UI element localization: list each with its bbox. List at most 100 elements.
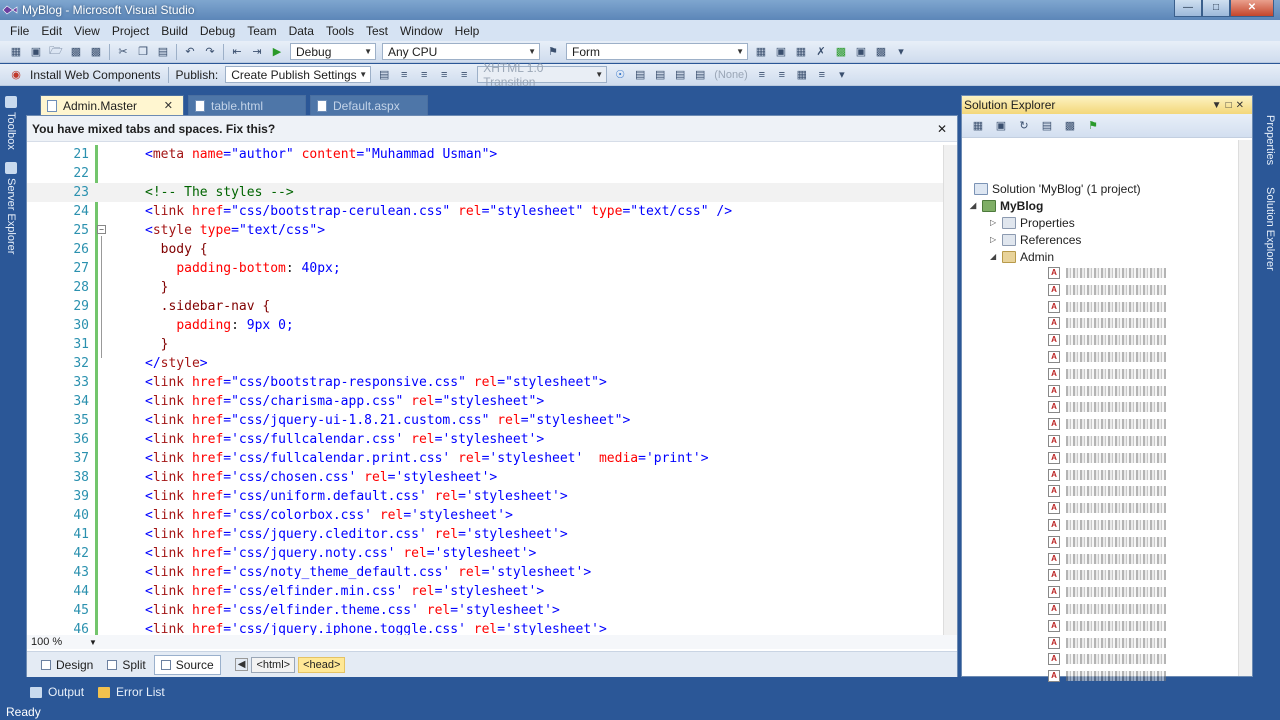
tree-node-css-file[interactable]: A [1048, 517, 1166, 533]
code-line[interactable]: 46 <link href='css/jquery.iphone.toggle.c… [27, 620, 957, 635]
menu-file[interactable]: File [4, 24, 35, 38]
code-line[interactable]: 28 } [27, 278, 957, 297]
menu-edit[interactable]: Edit [35, 24, 68, 38]
vertical-scrollbar[interactable] [943, 145, 957, 635]
menu-team[interactable]: Team [241, 24, 282, 38]
tree-node-css-file[interactable]: A [1048, 315, 1166, 331]
tree-node-css-file[interactable]: A [1048, 635, 1166, 651]
properties-window-icon[interactable]: ▣ [773, 44, 789, 60]
code-line[interactable]: 37 <link href='css/fullcalendar.print.css… [27, 449, 957, 468]
code-line[interactable]: 38 <link href='css/chosen.css' rel='style… [27, 468, 957, 487]
menu-debug[interactable]: Debug [194, 24, 241, 38]
code-line[interactable]: 44 <link href='css/elfinder.min.css' rel=… [27, 582, 957, 601]
paste-icon[interactable]: ▤ [155, 44, 171, 60]
bold-icon[interactable]: ▤ [632, 67, 648, 83]
toolbar-options-icon[interactable]: ▾ [893, 44, 909, 60]
tree-node-css-file[interactable]: A [1048, 416, 1166, 432]
code-line[interactable]: 32 </style> [27, 354, 957, 373]
code-line[interactable]: 30 padding: 9px 0; [27, 316, 957, 335]
extension-manager-icon[interactable]: ▩ [833, 44, 849, 60]
align-center-icon[interactable]: ≡ [774, 67, 790, 83]
tab-default-aspx[interactable]: Default.aspx [310, 95, 428, 115]
panel-controls[interactable]: ▼□✕ [1212, 100, 1248, 111]
publish-settings-select[interactable]: Create Publish Settings ▼ [225, 66, 372, 83]
nest-related-files-icon[interactable]: ▤ [1039, 118, 1055, 134]
output-tab[interactable]: Output [30, 685, 84, 699]
doctype-select[interactable]: XHTML 1.0 Transition ▼ [477, 61, 608, 89]
solution-configuration-select[interactable]: Debug ▼ [290, 43, 376, 60]
toolbox-tab[interactable]: Toolbox [3, 96, 19, 150]
infobar-message[interactable]: You have mixed tabs and spaces. Fix this… [32, 122, 275, 136]
close-button[interactable]: ✕ [1230, 0, 1274, 17]
code-line[interactable]: 39 <link href='css/uniform.default.css' r… [27, 487, 957, 506]
save-icon[interactable]: ▩ [68, 44, 84, 60]
expanded-arrow-icon[interactable]: ◢ [990, 252, 1002, 261]
code-line[interactable]: 25− <style type="text/css"> [27, 221, 957, 240]
code-line[interactable]: 35 <link href="css/jquery-ui-1.8.21.custo… [27, 411, 957, 430]
tree-node-css-file[interactable]: A [1048, 500, 1166, 516]
undo-icon[interactable]: ↶ [182, 44, 198, 60]
code-line[interactable]: 33 <link href="css/bootstrap-responsive.c… [27, 373, 957, 392]
tree-node-solution[interactable]: Solution 'MyBlog' (1 project) [974, 180, 1141, 197]
tree-node-css-file[interactable]: A [1048, 567, 1166, 583]
tree-node-css-file[interactable]: A [1048, 483, 1166, 499]
view-code-icon[interactable]: ▩ [1062, 118, 1078, 134]
breadcrumb-html-tag[interactable]: <html> [251, 656, 296, 673]
split-view-button[interactable]: Split [101, 656, 151, 674]
indent-icon[interactable]: ≡ [396, 67, 412, 83]
tag-navigator-back-icon[interactable]: ◀ [234, 658, 249, 671]
menu-view[interactable]: View [68, 24, 106, 38]
redo-icon[interactable]: ↷ [202, 44, 218, 60]
install-web-components-button[interactable]: Install Web Components [30, 68, 161, 82]
code-line[interactable]: 40 <link href='css/colorbox.css' rel='sty… [27, 506, 957, 525]
close-tab-icon[interactable]: ✕ [164, 99, 173, 112]
table-icon[interactable]: ▦ [794, 67, 810, 83]
code-line[interactable]: 24 <link href="css/bootstrap-cerulean.css… [27, 202, 957, 221]
minimize-button[interactable]: — [1174, 0, 1202, 17]
cut-icon[interactable]: ✂ [115, 44, 131, 60]
menu-tools[interactable]: Tools [320, 24, 360, 38]
check-accessibility-icon[interactable]: ☉ [612, 67, 628, 83]
publish-web-icon[interactable]: ▤ [376, 67, 392, 83]
italic-icon[interactable]: ▤ [652, 67, 668, 83]
design-view-button[interactable]: Design [35, 656, 99, 674]
code-line[interactable]: 26 body { [27, 240, 957, 259]
properties-icon[interactable]: ▦ [970, 118, 986, 134]
tree-node-css-file[interactable]: A [1048, 265, 1166, 281]
tree-node-properties[interactable]: ▷ Properties [990, 214, 1075, 231]
expanded-arrow-icon[interactable]: ◢ [970, 201, 982, 210]
toolbar-options-icon[interactable]: ▾ [834, 67, 850, 83]
navigate-back-icon[interactable]: ⇤ [229, 44, 245, 60]
navigate-forward-icon[interactable]: ⇥ [249, 44, 265, 60]
collapsed-arrow-icon[interactable]: ▷ [990, 235, 1002, 244]
menu-project[interactable]: Project [106, 24, 155, 38]
error-list-tab[interactable]: Error List [98, 685, 165, 699]
find-in-files-icon[interactable]: ⚑ [545, 44, 561, 60]
maximize-button[interactable]: □ [1202, 0, 1230, 17]
code-line[interactable]: 23 <!-- The styles --> [27, 183, 957, 202]
tree-node-references[interactable]: ▷ References [990, 231, 1081, 248]
tree-node-css-file[interactable]: A [1048, 551, 1166, 567]
breadcrumb-head-tag[interactable]: <head> [298, 656, 346, 673]
code-line[interactable]: 29 .sidebar-nav { [27, 297, 957, 316]
code-line[interactable]: 21 <meta name="author" content="Muhammad … [27, 145, 957, 164]
toolbox-icon[interactable]: ✗ [813, 44, 829, 60]
tree-node-css-file[interactable]: A [1048, 584, 1166, 600]
tree-node-css-file[interactable]: A [1048, 651, 1166, 667]
code-line[interactable]: 42 <link href='css/jquery.noty.css' rel='… [27, 544, 957, 563]
tree-node-admin[interactable]: ◢ Admin [990, 248, 1054, 265]
menu-help[interactable]: Help [449, 24, 486, 38]
tree-node-css-file[interactable]: A [1048, 618, 1166, 634]
command-window-icon[interactable]: ▩ [873, 44, 889, 60]
menu-test[interactable]: Test [360, 24, 394, 38]
refresh-icon[interactable]: ↻ [1016, 118, 1032, 134]
underline-icon[interactable]: ▤ [672, 67, 688, 83]
source-view-button[interactable]: Source [153, 654, 221, 675]
tab-table-html[interactable]: table.html [188, 95, 306, 115]
code-line[interactable]: 41 <link href='css/jquery.cleditor.css' r… [27, 525, 957, 544]
code-line[interactable]: 36 <link href='css/fullcalendar.css' rel=… [27, 430, 957, 449]
tree-node-css-file[interactable]: A [1048, 299, 1166, 315]
outdent-icon[interactable]: ≡ [416, 67, 432, 83]
solution-explorer-tab[interactable]: Solution Explorer [1260, 187, 1276, 271]
tree-node-css-file[interactable]: A [1048, 399, 1166, 415]
